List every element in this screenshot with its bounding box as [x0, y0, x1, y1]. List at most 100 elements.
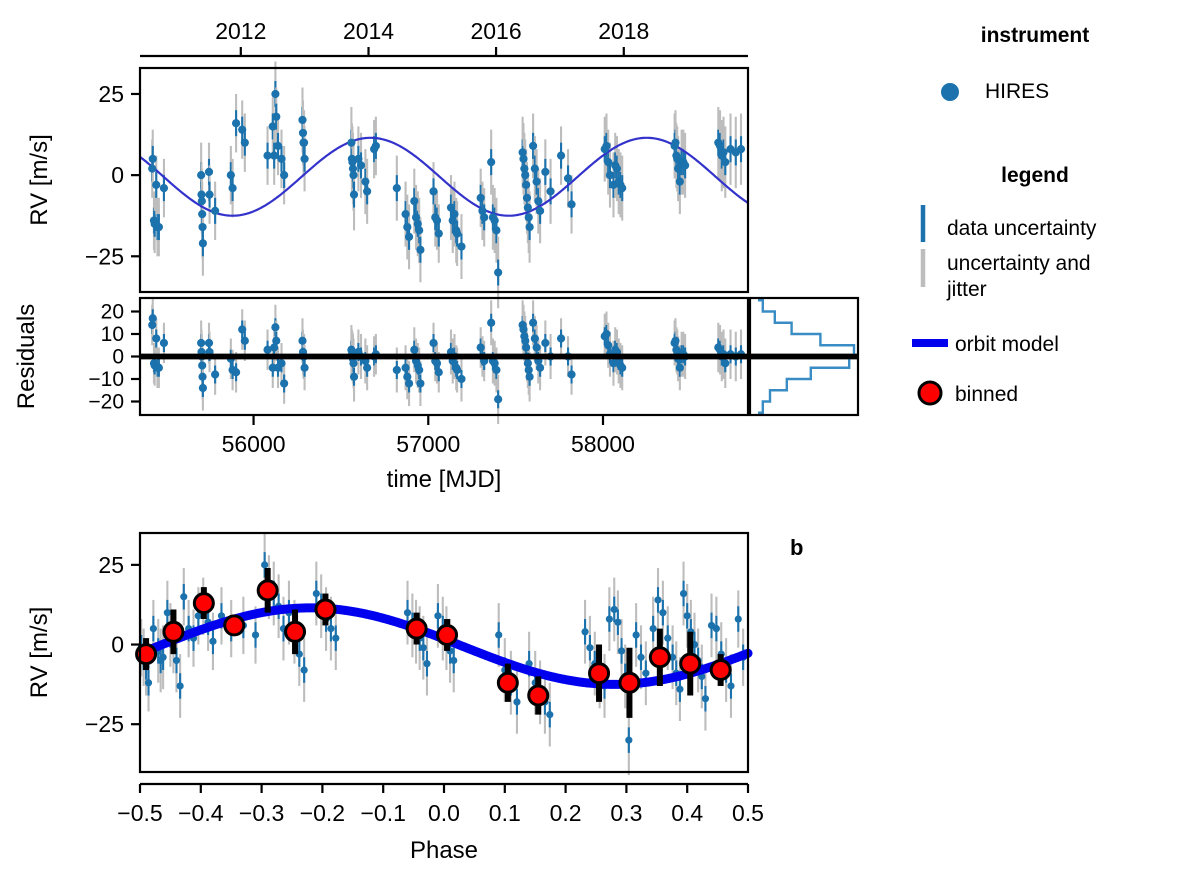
- x-tick-label: 0.4: [671, 800, 703, 826]
- data-point: [300, 154, 309, 163]
- residual-point: [392, 365, 401, 375]
- x-tick-label: −0.1: [360, 800, 405, 826]
- data-point: [371, 141, 380, 151]
- rv-phase-folded-panel: 25 0 −25 RV [m/s] −0.5 −0.4 −0.3 −0.2 −0.1 0.0 0.1…: [26, 531, 803, 864]
- x-tick-label: 0.0: [428, 800, 460, 826]
- residual-point: [429, 338, 438, 348]
- residual-point: [211, 370, 220, 379]
- residual-point: [415, 365, 424, 375]
- data-point: [541, 167, 550, 176]
- binned-point: [256, 579, 279, 602]
- binned-point: [618, 671, 641, 694]
- data-point: [410, 197, 419, 206]
- data-point: [300, 666, 308, 674]
- year-tick-label: 2014: [343, 18, 394, 44]
- y-tick-label: 10: [101, 323, 124, 346]
- data-point: [567, 200, 576, 209]
- figure-canvas: 250−25RV [m/s]2012 2014 2016 201820100−10−2…: [13, 18, 1097, 864]
- x-tick-label: 57000: [396, 431, 460, 457]
- data-point: [197, 197, 206, 206]
- phase-y-axis: 25 0 −25: [85, 552, 140, 737]
- data-point: [617, 647, 626, 655]
- data-point: [679, 589, 688, 598]
- binned-point: [496, 671, 519, 694]
- x-tick-label: 0.2: [550, 800, 582, 826]
- legend-instrument-header: instrument: [981, 24, 1090, 47]
- data-point: [392, 184, 401, 193]
- y-tick-label: −10: [88, 368, 124, 391]
- data-point: [495, 631, 503, 639]
- data-point: [209, 637, 217, 645]
- data-point: [521, 171, 530, 180]
- data-point: [401, 209, 410, 219]
- data-point: [736, 145, 746, 154]
- residual-point: [154, 363, 163, 372]
- data-point: [563, 174, 573, 183]
- residual-point: [300, 363, 309, 372]
- phase-x-axis-title: Phase: [410, 837, 478, 864]
- data-point: [637, 653, 645, 661]
- data-point: [423, 660, 431, 668]
- residual-point: [494, 395, 503, 404]
- data-point: [205, 190, 214, 199]
- data-point: [404, 232, 414, 241]
- data-point: [529, 141, 538, 151]
- data-point: [522, 180, 531, 189]
- data-point: [604, 158, 613, 167]
- rv-timeseries-panel: 25 0 −25 RV [m/s] 2012 2014 2016 2018: [26, 18, 750, 309]
- timeseries-y-axis: 25 0 −25: [85, 81, 140, 269]
- data-point: [712, 625, 720, 633]
- data-point: [261, 561, 269, 569]
- data-point: [238, 125, 247, 134]
- x-tick-label: 56000: [222, 431, 286, 457]
- residual-point: [363, 363, 372, 372]
- data-point: [535, 206, 545, 215]
- data-point: [226, 171, 235, 180]
- binned-point: [679, 652, 702, 675]
- data-point: [434, 229, 443, 238]
- data-point: [450, 656, 458, 665]
- data-point: [532, 177, 541, 186]
- data-point: [605, 171, 615, 180]
- residuals-errorbars: [151, 298, 743, 424]
- data-point: [148, 164, 157, 173]
- residual-point: [416, 379, 425, 388]
- data-point: [356, 161, 366, 170]
- data-point: [605, 615, 613, 623]
- binned-point: [223, 614, 246, 637]
- data-point: [675, 177, 684, 186]
- data-point: [419, 644, 427, 652]
- legend-item-label: data uncertainty: [947, 217, 1097, 240]
- x-tick-label: −0.5: [117, 800, 162, 826]
- data-point: [152, 180, 161, 189]
- legend-item-label: jitter: [946, 278, 987, 301]
- x-tick-label: −0.4: [178, 800, 224, 826]
- data-point: [432, 216, 442, 225]
- data-point: [701, 695, 710, 703]
- residual-point: [280, 379, 289, 388]
- data-point: [403, 609, 412, 617]
- residual-point: [401, 363, 410, 372]
- residual-point: [535, 363, 545, 372]
- y-tick-label: 0: [112, 346, 124, 369]
- data-point: [632, 631, 640, 639]
- data-point: [586, 644, 594, 652]
- timeseries-x-axis-title: time [MJD]: [387, 466, 502, 493]
- data-point: [649, 625, 657, 633]
- legend-item-label: uncertainty and: [947, 252, 1091, 275]
- residual-point: [492, 365, 501, 375]
- data-point: [721, 158, 730, 167]
- residual-point: [349, 359, 358, 368]
- y-tick-label: −25: [85, 711, 124, 737]
- year-tick-label: 2016: [470, 18, 521, 44]
- data-point: [719, 148, 728, 157]
- binned-point: [709, 659, 732, 682]
- rv-figure: 25 0 −25 RV [m/s] 2012 2014 2016 2018 20 10 0 −10 −2…: [0, 0, 1200, 880]
- data-point: [273, 141, 283, 151]
- residual-point: [152, 334, 161, 343]
- residual-point: [410, 345, 419, 354]
- x-tick-label: −0.2: [300, 800, 345, 826]
- binned-point: [314, 598, 337, 621]
- data-point: [198, 239, 207, 248]
- binned-swatch-icon: [917, 380, 943, 406]
